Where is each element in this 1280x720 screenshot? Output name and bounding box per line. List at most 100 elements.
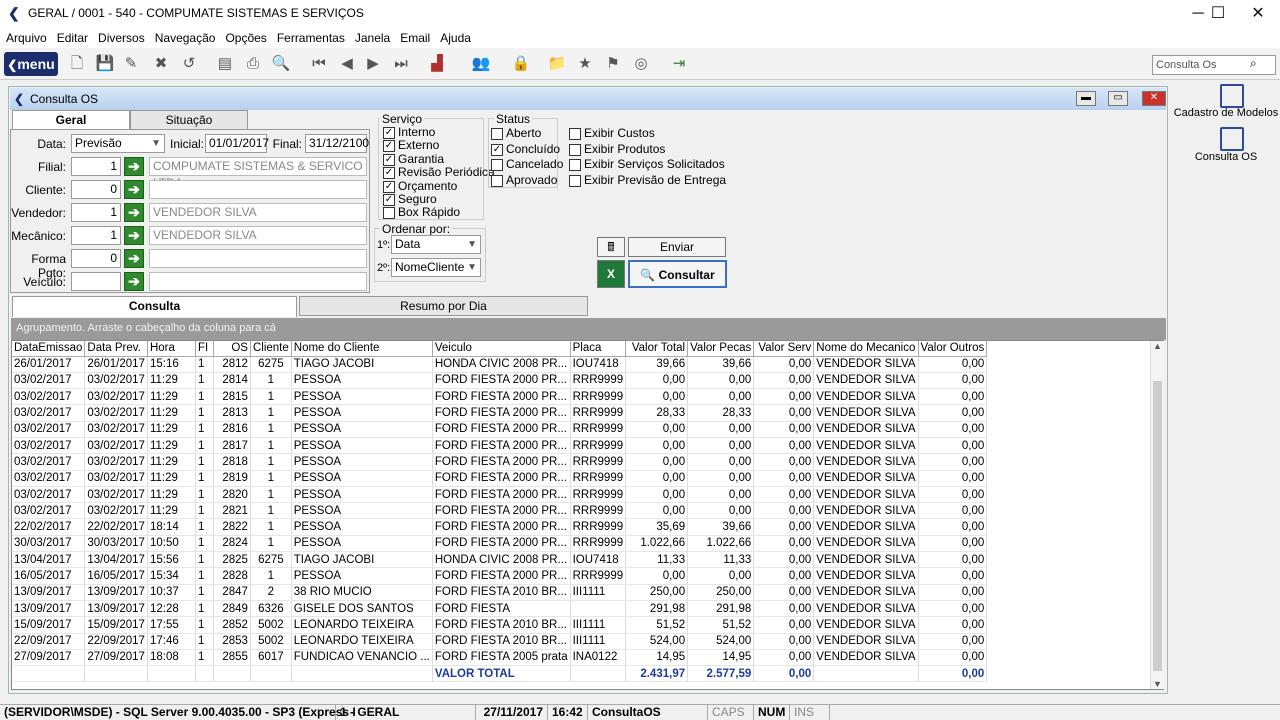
exibir-checkbox-0[interactable] — [569, 128, 581, 140]
last-record-icon[interactable]: ⏭ — [390, 53, 412, 75]
column-header-7[interactable]: Veiculo — [432, 341, 571, 357]
exibir-checkbox-1[interactable] — [569, 143, 581, 156]
inicial-date-field[interactable]: 01/01/2017 — [205, 134, 269, 153]
table-row[interactable]: 03/02/2017 03/02/2017 11:29 1 2817 1 PESSOA FOR… — [12, 437, 988, 455]
column-header-13[interactable]: Valor Outros — [918, 341, 988, 357]
status-checkbox-1[interactable]: ✓ — [491, 143, 503, 156]
status-checkbox-0[interactable] — [491, 128, 503, 140]
menu-diversos[interactable]: Diversos — [98, 31, 145, 45]
users-icon[interactable]: 👥 — [470, 53, 492, 75]
table-row[interactable]: 16/05/2017 16/05/2017 15:34 1 2828 1 PESSOA FOR… — [12, 567, 988, 585]
vendedor-lookup-button[interactable]: ➔ — [124, 203, 144, 222]
menu-janela[interactable]: Janela — [355, 31, 390, 45]
servico-checkbox-3[interactable]: ✓ — [383, 167, 395, 180]
status-checkbox-2[interactable] — [491, 159, 503, 171]
column-header-10[interactable]: Valor Pecas — [687, 341, 755, 357]
status-checkbox-3[interactable] — [491, 174, 503, 187]
models-window-icon[interactable] — [1220, 84, 1244, 108]
column-header-4[interactable]: OS — [213, 341, 251, 357]
flag-icon[interactable]: ⚑ — [602, 53, 624, 75]
data-type-select[interactable]: Previsão ▼ — [71, 134, 165, 153]
table-row[interactable]: 03/02/2017 03/02/2017 11:29 1 2819 1 PESSOA FOR… — [12, 470, 988, 487]
menu-opcoes[interactable]: Opções — [225, 31, 266, 45]
search-doc-icon[interactable]: 🔍 — [270, 53, 292, 75]
excel-export-icon[interactable]: X — [597, 260, 625, 288]
servico-checkbox-0[interactable]: ✓ — [383, 127, 395, 139]
forma-pgto-code-field[interactable]: 0 — [71, 249, 121, 268]
table-row[interactable]: 03/02/2017 03/02/2017 11:29 1 2821 1 PESSOA FOR… — [12, 502, 988, 520]
print-icon[interactable]: ⎙ — [242, 53, 264, 75]
column-header-12[interactable]: Nome do Mecanico — [813, 341, 919, 357]
favorites-icon[interactable]: ★ — [574, 53, 596, 75]
column-header-9[interactable]: Valor Total — [625, 341, 689, 357]
table-row[interactable]: 03/02/2017 03/02/2017 11:29 1 2820 1 PESSOA FOR… — [12, 486, 988, 504]
table-row[interactable]: 13/09/2017 13/09/2017 12:28 1 2849 6326 GISELE… — [12, 600, 988, 618]
window-close-button[interactable]: ✕ — [1142, 91, 1166, 106]
table-row[interactable]: 13/04/2017 13/04/2017 15:56 1 2825 6275 TIAGO … — [12, 551, 988, 569]
table-row[interactable]: 03/02/2017 03/02/2017 11:29 1 2818 1 PESSOA FOR… — [12, 453, 988, 471]
exit-icon[interactable]: ⇥ — [668, 53, 690, 75]
support-icon[interactable]: ◎ — [630, 53, 652, 75]
consulta-window-icon[interactable] — [1220, 127, 1244, 151]
ordenar-second-select[interactable]: NomeCliente ▼ — [391, 258, 481, 277]
vendedor-code-field[interactable]: 1 — [71, 203, 121, 222]
lock-icon[interactable]: 🔒 — [510, 53, 532, 75]
menu-button[interactable]: ❮menu — [4, 52, 58, 76]
table-row[interactable]: 22/09/2017 22/09/2017 17:46 1 2853 5002 LEONAR… — [12, 633, 988, 650]
shortcut-cadastro-modelos[interactable]: Cadastro de Modelos — [1172, 107, 1280, 119]
first-record-icon[interactable]: ⏮ — [308, 53, 330, 75]
consultar-button[interactable]: 🔍 Consultar — [628, 260, 727, 288]
save-icon[interactable]: 💾 — [94, 53, 116, 75]
tab-resumo-por-dia[interactable]: Resumo por Dia — [299, 296, 588, 316]
forma-pgto-lookup-button[interactable]: ➔ — [124, 249, 144, 268]
filial-lookup-button[interactable]: ➔ — [124, 157, 144, 176]
table-row[interactable]: 30/03/2017 30/03/2017 10:50 1 2824 1 PESSOA FOR… — [12, 535, 988, 553]
table-row[interactable]: 03/02/2017 03/02/2017 11:29 1 2815 1 PESSOA FOR… — [12, 388, 988, 406]
edit-icon[interactable]: ✎ — [120, 53, 142, 75]
column-header-11[interactable]: Valor Serv — [753, 341, 815, 357]
table-row[interactable]: 03/02/2017 03/02/2017 11:29 1 2814 1 PESSOA FOR… — [12, 372, 988, 390]
undo-icon[interactable]: ↺ — [178, 53, 200, 75]
scroll-up-icon[interactable]: ▲ — [1153, 341, 1162, 351]
calculator-icon[interactable]: 🖩 — [597, 237, 625, 257]
window-restore-button[interactable]: ▭ — [1108, 91, 1128, 106]
grid-vertical-scrollbar[interactable]: ▲ ▼ — [1150, 341, 1164, 689]
mecanico-lookup-button[interactable]: ➔ — [124, 226, 144, 245]
ordenar-first-select[interactable]: Data ▼ — [391, 235, 481, 254]
servico-checkbox-2[interactable]: ✓ — [383, 153, 395, 166]
table-row[interactable]: 27/09/2017 27/09/2017 18:08 1 2855 6017 FUNDIC… — [12, 649, 988, 667]
cliente-lookup-button[interactable]: ➔ — [124, 180, 144, 199]
preview-icon[interactable]: ▤ — [214, 53, 236, 75]
menu-email[interactable]: Email — [400, 31, 430, 45]
table-row[interactable]: 03/02/2017 03/02/2017 11:29 1 2813 1 PESSOA FOR… — [12, 404, 988, 422]
global-search-input[interactable]: Consulta Os — [1152, 55, 1276, 75]
column-header-6[interactable]: Nome do Cliente — [291, 341, 433, 357]
menu-editar[interactable]: Editar — [57, 31, 88, 45]
column-header-0[interactable]: DataEmissao — [12, 341, 86, 357]
enviar-contabilidade-button[interactable]: Enviar Contabilidade — [628, 237, 726, 272]
search-icon[interactable]: ⌕ — [1250, 56, 1257, 71]
final-date-field[interactable]: 31/12/2100 — [305, 134, 369, 153]
column-header-5[interactable]: Cliente — [250, 341, 292, 357]
table-row[interactable]: 15/09/2017 15/09/2017 17:55 1 2852 5002 LEONAR… — [12, 616, 988, 634]
table-row[interactable]: 22/02/2017 22/02/2017 18:14 1 2822 1 PESSOA FOR… — [12, 518, 988, 536]
maximize-button[interactable]: ☐ — [1198, 2, 1238, 26]
column-header-8[interactable]: Placa — [570, 341, 627, 357]
factory-icon[interactable]: ▟ — [426, 53, 448, 75]
column-header-1[interactable]: Data Prev. — [84, 341, 148, 357]
delete-icon[interactable]: ✖ — [150, 53, 172, 75]
menu-ferramentas[interactable]: Ferramentas — [277, 31, 345, 45]
scroll-thumb[interactable] — [1153, 381, 1162, 671]
new-icon[interactable]: 🗋 — [66, 53, 88, 75]
close-button[interactable]: ✕ — [1238, 2, 1278, 26]
veiculo-lookup-button[interactable]: ➔ — [124, 272, 144, 291]
previous-record-icon[interactable]: ◀ — [336, 53, 358, 75]
tab-situacao[interactable]: Situação — [130, 110, 248, 130]
column-header-3[interactable]: FI — [195, 341, 214, 357]
servico-checkbox-5[interactable]: ✓ — [383, 194, 395, 206]
exibir-checkbox-2[interactable] — [569, 159, 581, 171]
folder-icon[interactable]: 📁 — [546, 53, 568, 75]
tab-geral[interactable]: Geral — [12, 110, 130, 131]
exibir-checkbox-3[interactable] — [569, 174, 581, 187]
servico-checkbox-6[interactable] — [383, 207, 395, 220]
